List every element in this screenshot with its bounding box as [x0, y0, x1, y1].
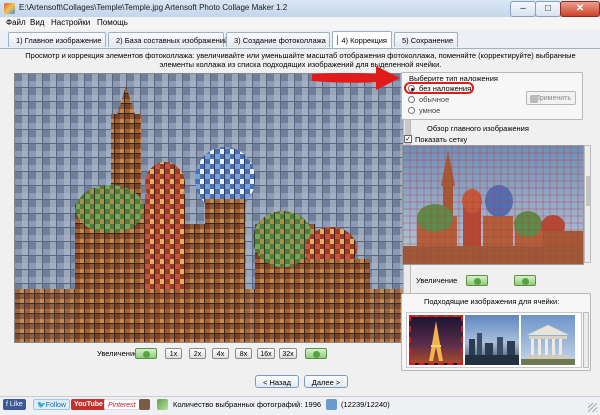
cells-count: (12239/12240) [341, 400, 390, 409]
instagram-icon[interactable] [139, 399, 150, 410]
zoom-2x-button[interactable]: 2x [189, 348, 206, 359]
menu-settings[interactable]: Настройки [51, 18, 90, 27]
suggestion-thumb[interactable] [465, 315, 519, 365]
overview-zoom-out-button[interactable] [466, 275, 488, 286]
overlay-type-group: Выберите тип наложения без наложения обы… [401, 72, 583, 120]
plus-icon [313, 351, 320, 358]
classical-building-picture [521, 325, 575, 365]
minus-icon [474, 278, 481, 285]
show-grid-label[interactable]: Показать сетку [415, 135, 467, 144]
tab-label: 5) Сохранение [402, 35, 454, 45]
apply-button[interactable]: Применить [526, 91, 576, 105]
window-title: E:\Artensoft\Collages\Temple\Temple.jpg … [19, 3, 288, 12]
cells-count-icon [326, 399, 337, 410]
menu-file[interactable]: Файл [6, 18, 26, 27]
suggestion-thumb[interactable] [409, 315, 463, 365]
zoom-label: Увеличение: [97, 349, 141, 358]
tab-save[interactable]: 5) Сохранение [394, 32, 458, 47]
youtube-button[interactable]: YouTube [71, 399, 106, 410]
page-description: Просмотр и коррекция элементов фотоколла… [25, 51, 576, 69]
like-label: Like [9, 401, 23, 408]
back-button[interactable]: < Назад [255, 375, 299, 388]
eiffel-tower-picture [429, 321, 443, 361]
zoom-8x-button[interactable]: 8x [235, 348, 252, 359]
collage-view[interactable] [14, 73, 404, 343]
tab-database[interactable]: 2) База составных изображений [108, 32, 228, 47]
suggestions-title: Подходящие изображения для ячейки: [424, 297, 560, 306]
plus-icon [522, 278, 529, 285]
follow-label: Follow [45, 402, 66, 409]
next-button[interactable]: Далее > [304, 375, 348, 388]
photos-count-icon [157, 399, 168, 410]
suggestions-group: Подходящие изображения для ячейки: [401, 293, 591, 371]
maximize-button[interactable]: □ [535, 1, 561, 17]
suggestions-scrollbar[interactable] [583, 312, 589, 368]
overlay-smart-radio[interactable] [408, 107, 415, 114]
apply-button-label: Применить [534, 95, 571, 102]
overlay-none-radio[interactable] [408, 85, 415, 92]
tab-label: 1) Главное изображение [16, 35, 102, 45]
close-button[interactable]: ✕ [560, 1, 600, 17]
tab-label: 4) Коррекция [341, 35, 387, 45]
correction-icon [337, 35, 339, 45]
title-bar: E:\Artensoft\Collages\Temple\Temple.jpg … [0, 0, 600, 18]
twitter-follow-button[interactable]: 🐦Follow [33, 399, 70, 410]
menu-help[interactable]: Помощь [97, 18, 128, 27]
pointer-arrow-icon [312, 66, 400, 90]
zoom-4x-button[interactable]: 4x [212, 348, 229, 359]
tab-correction[interactable]: 4) Коррекция [332, 31, 392, 48]
resize-grip-icon[interactable] [588, 403, 597, 412]
overview-title: Обзор главного изображения [427, 124, 529, 133]
tab-label: 3) Создание фотоколлажа [234, 35, 326, 45]
minimize-button[interactable]: – [510, 1, 536, 17]
pinterest-button[interactable]: Pinterest [104, 399, 140, 410]
overlay-normal-label[interactable]: обычное [419, 95, 449, 104]
menu-view[interactable]: Вид [30, 18, 44, 27]
overview-image[interactable] [402, 145, 584, 265]
city-skyline-picture [465, 333, 519, 365]
show-grid-checkbox[interactable]: ✓ [404, 135, 412, 143]
overlay-none-label[interactable]: без наложения [419, 84, 471, 93]
overview-picture [403, 146, 583, 264]
overlay-smart-label[interactable]: умное [419, 106, 440, 115]
zoom-1x-button[interactable]: 1x [165, 348, 182, 359]
suggestion-thumb[interactable] [521, 315, 575, 365]
minus-icon [143, 351, 150, 358]
zoom-16x-button[interactable]: 16x [257, 348, 275, 359]
selected-photos-count: Количество выбранных фотографий: 1996 [173, 400, 322, 409]
collage-image [15, 74, 403, 342]
overview-zoom-in-button[interactable] [514, 275, 536, 286]
tab-bar: 1) Главное изображение 2) База составных… [0, 30, 600, 49]
app-icon [4, 3, 15, 14]
apply-icon [530, 95, 538, 103]
facebook-like-button[interactable]: f Like [3, 399, 26, 410]
zoom-32x-button[interactable]: 32x [279, 348, 297, 359]
suggestions-list[interactable] [406, 312, 582, 368]
tab-main-image[interactable]: 1) Главное изображение [8, 32, 106, 47]
tab-label: 2) База составных изображений [116, 35, 229, 45]
overlay-normal-radio[interactable] [408, 96, 415, 103]
bird-icon: 🐦 [37, 402, 46, 409]
overview-scrollbar[interactable] [584, 145, 591, 263]
zoom-out-button[interactable] [135, 348, 157, 359]
scrollbar-thumb[interactable] [586, 176, 590, 206]
overview-zoom-label: Увеличение [416, 276, 458, 285]
tab-create-collage[interactable]: 3) Создание фотоколлажа [226, 32, 330, 47]
zoom-in-button[interactable] [305, 348, 327, 359]
menu-bar: Файл Вид Настройки Помощь [0, 17, 600, 31]
